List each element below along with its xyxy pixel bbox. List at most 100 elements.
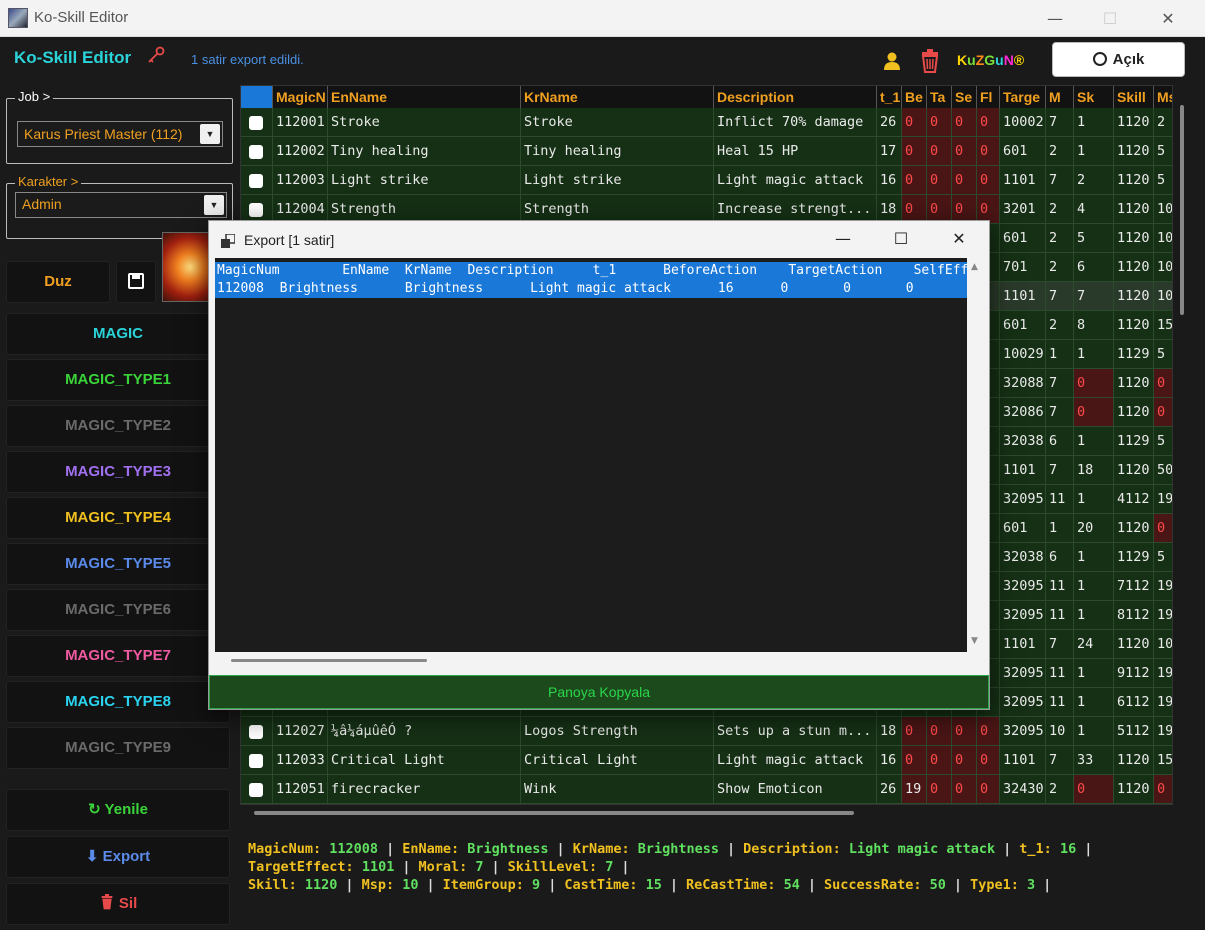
table-cell[interactable]: Critical Light [328,746,521,775]
table-cell[interactable]: 7 [1074,282,1114,311]
table-cell[interactable]: 1 [1046,514,1074,543]
table-cell[interactable]: 0 [927,137,952,166]
column-header[interactable]: t_1 [877,86,902,108]
table-cell[interactable]: 8 [1074,311,1114,340]
table-cell[interactable]: 0 [1154,514,1172,543]
table-cell[interactable]: 32038 [1000,543,1046,572]
table-cell[interactable]: 1120 [1114,195,1154,224]
table-cell[interactable]: 11 [1046,659,1074,688]
table-cell[interactable]: 112051 [273,775,328,804]
table-cell[interactable]: 0 [952,717,977,746]
table-cell[interactable]: Inflict 70% damage [714,108,877,137]
table-cell[interactable]: 50 [1154,456,1172,485]
table-cell[interactable]: 1120 [1114,166,1154,195]
table-cell[interactable]: 7 [1046,282,1074,311]
table-cell[interactable]: 0 [1154,398,1172,427]
table-cell[interactable]: Wink [521,775,714,804]
table-cell[interactable]: 10 [1046,717,1074,746]
table-cell[interactable]: 0 [927,775,952,804]
karakter-select[interactable]: Admin ▼ [15,192,227,218]
trash-icon[interactable] [919,49,941,73]
table-cell[interactable]: 11 [1046,688,1074,717]
table-row[interactable]: 112033 Critical Light Critical Light Light … [241,746,1172,775]
table-cell[interactable]: Light strike [521,166,714,195]
column-header[interactable]: Description [714,86,877,108]
table-cell[interactable]: 4 [1074,195,1114,224]
table-cell[interactable]: 7 [1046,369,1074,398]
table-cell[interactable]: 112033 [273,746,328,775]
column-header[interactable]: Msp [1154,86,1172,108]
table-cell[interactable]: 8112 [1114,601,1154,630]
table-cell[interactable]: 0 [902,717,927,746]
menu-magic-type5[interactable]: MAGIC_TYPE5 [6,543,230,585]
table-cell[interactable]: 32095 [1000,717,1046,746]
table-cell[interactable]: 15 [1154,311,1172,340]
table-cell[interactable]: Tiny healing [328,137,521,166]
table-cell[interactable]: 26 [877,775,902,804]
table-cell[interactable]: 0 [1154,775,1172,804]
table-cell[interactable]: 1 [1074,137,1114,166]
table-cell[interactable]: 32095 [1000,688,1046,717]
table-cell[interactable]: 5112 [1114,717,1154,746]
table-cell[interactable]: 10002 [1000,108,1046,137]
table-cell[interactable]: 3201 [1000,195,1046,224]
horizontal-scrollbar[interactable] [240,808,1173,818]
table-cell[interactable]: 32086 [1000,398,1046,427]
table-cell[interactable]: 4112 [1114,485,1154,514]
table-cell[interactable]: 16 [877,166,902,195]
column-header[interactable]: M [1046,86,1074,108]
table-cell[interactable]: 2 [1046,311,1074,340]
table-cell[interactable]: 1920 [1154,659,1172,688]
table-cell[interactable]: Stroke [328,108,521,137]
table-row[interactable]: 112003 Light strike Light strike Light magi… [241,166,1172,195]
table-cell[interactable]: Light strike [328,166,521,195]
scroll-down-icon[interactable]: ▼ [971,636,978,646]
table-cell[interactable]: 20 [1074,514,1114,543]
menu-magic-type6[interactable]: MAGIC_TYPE6 [6,589,230,631]
table-cell[interactable]: 1101 [1000,166,1046,195]
chevron-down-icon[interactable]: ▼ [200,124,220,144]
table-cell[interactable]: 1 [1074,340,1114,369]
table-cell[interactable]: 11 [1046,485,1074,514]
table-cell[interactable]: 0 [977,166,1000,195]
table-cell[interactable]: 1101 [1000,630,1046,659]
table-cell[interactable]: 5 [1074,224,1114,253]
table-cell[interactable]: 5 [1154,340,1172,369]
table-cell[interactable]: 1101 [1000,456,1046,485]
table-cell[interactable]: 32095 [1000,485,1046,514]
row-checkbox[interactable] [249,754,263,768]
table-cell[interactable]: Sets up a stun m... [714,717,877,746]
table-cell[interactable]: 2 [1154,108,1172,137]
table-cell[interactable]: 1 [1074,427,1114,456]
table-cell[interactable]: 10 [1154,195,1172,224]
menu-magic-type3[interactable]: MAGIC_TYPE3 [6,451,230,493]
table-cell[interactable]: 150 [1154,746,1172,775]
table-cell[interactable]: 7 [1046,746,1074,775]
select-all-header[interactable] [241,86,273,108]
table-row[interactable]: 112001 Stroke Stroke Inflict 70% damage 26 0 0… [241,108,1172,137]
table-cell[interactable]: 601 [1000,137,1046,166]
table-cell[interactable]: 10029 [1000,340,1046,369]
table-cell[interactable]: 112003 [273,166,328,195]
job-select[interactable]: Karus Priest Master (112) ▼ [17,121,223,147]
dialog-horizontal-scrollbar[interactable] [215,652,967,670]
table-cell[interactable]: 1101 [1000,282,1046,311]
table-cell[interactable]: 10 [1154,224,1172,253]
table-cell[interactable]: 601 [1000,514,1046,543]
table-cell[interactable]: 0 [952,746,977,775]
table-cell[interactable]: 0 [927,108,952,137]
table-row[interactable]: 112002 Tiny healing Tiny healing Heal 15 HP… [241,137,1172,166]
row-checkbox[interactable] [249,116,263,130]
sil-button[interactable]: Sil [6,883,230,925]
table-cell[interactable]: 2 [1074,166,1114,195]
table-cell[interactable]: 7 [1046,398,1074,427]
table-cell[interactable]: 17 [877,137,902,166]
table-cell[interactable]: 1120 [1114,224,1154,253]
table-cell[interactable]: 1 [1074,485,1114,514]
table-cell[interactable]: 1129 [1114,543,1154,572]
menu-magic[interactable]: MAGIC [6,313,230,355]
table-cell[interactable]: 1120 [1114,514,1154,543]
table-cell[interactable]: 19 [902,775,927,804]
copy-to-clipboard-button[interactable]: Panoya Kopyala [209,675,989,709]
table-cell[interactable]: 0 [1154,369,1172,398]
